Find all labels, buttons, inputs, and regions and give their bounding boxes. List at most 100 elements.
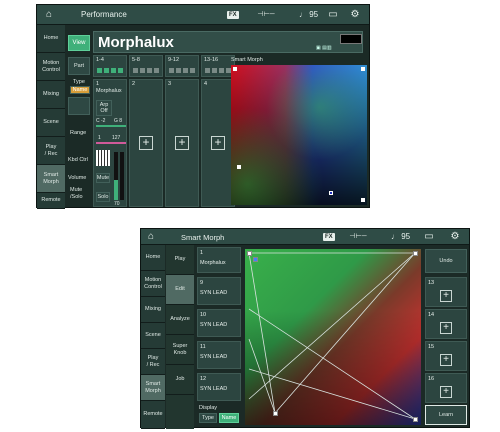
settings-icon[interactable]: ⚙ <box>449 231 461 243</box>
tempo-value: 95 <box>309 10 319 19</box>
part-4-indicator <box>118 68 123 73</box>
nav-smart-morph[interactable]: Smart Morph <box>141 375 165 401</box>
part-4-strip[interactable]: 4 + <box>201 79 235 207</box>
nav-scene[interactable]: Scene <box>37 109 65 137</box>
display-label: Display <box>199 405 218 411</box>
note-low: C -2 <box>96 118 106 124</box>
nav-mixing[interactable]: Mixing <box>141 297 165 323</box>
settings-icon[interactable]: ⚙ <box>349 9 361 21</box>
part-3-strip[interactable]: 3 + <box>165 79 199 207</box>
morph-point[interactable] <box>413 251 418 256</box>
part-slot-1[interactable]: 1 Morphalux <box>197 247 241 273</box>
smart-morph-map[interactable] <box>231 65 367 205</box>
fx-badge: FX <box>227 11 239 19</box>
add-part-icon[interactable]: + <box>440 354 452 366</box>
morph-cursor[interactable] <box>253 257 258 262</box>
nav-scene-label: Scene <box>43 119 59 125</box>
learn-button[interactable]: Learn <box>425 405 467 425</box>
add-part-icon[interactable]: + <box>139 136 153 150</box>
nav-scene[interactable]: Scene <box>141 323 165 349</box>
part-slot-9[interactable]: 9 SYN LEAD <box>197 277 241 305</box>
panel-icon[interactable]: ▭ <box>327 9 339 21</box>
panel-icon[interactable]: ▭ <box>423 231 435 243</box>
home-icon[interactable]: ⌂ <box>43 9 55 21</box>
part-slot-10-number: 10 <box>200 312 207 318</box>
nav-play-rec[interactable]: Play / Rec <box>141 349 165 375</box>
nav-play-rec[interactable]: Play / Rec <box>37 137 65 165</box>
keyboard-icon[interactable] <box>96 150 110 166</box>
morph-point[interactable] <box>233 67 237 71</box>
group-5-8[interactable]: 5-8 <box>129 55 163 77</box>
part-slot-9-number: 9 <box>200 280 204 286</box>
nav-remote[interactable]: Remote <box>37 193 65 209</box>
home-icon[interactable]: ⌂ <box>145 231 157 243</box>
signal-icon: ⊣⊢─ <box>257 11 275 18</box>
note-range-bar[interactable] <box>96 125 126 127</box>
subnav-super-knob[interactable]: Super Knob <box>166 335 194 365</box>
morph-point[interactable] <box>361 67 365 71</box>
nav-motion-control[interactable]: Motion Control <box>141 271 165 297</box>
name-button[interactable]: Name <box>219 413 239 423</box>
volume-value: 70 <box>114 201 120 207</box>
arp-button[interactable]: Arp Off <box>96 100 112 116</box>
part-slot-11[interactable]: 11 SYN LEAD <box>197 341 241 369</box>
part-slot-14[interactable]: 14 + <box>425 309 467 339</box>
morph-point[interactable] <box>247 251 252 256</box>
subnav-job[interactable]: Job <box>166 365 194 395</box>
add-part-icon[interactable]: + <box>440 386 452 398</box>
tempo-display[interactable]: ♩ 95 <box>299 10 318 19</box>
subnav-edit[interactable]: Edit <box>166 275 194 305</box>
meter-display <box>340 34 362 44</box>
nav-mixing[interactable]: Mixing <box>37 81 65 109</box>
morph-point[interactable] <box>237 165 241 169</box>
part-slot-12-number: 12 <box>200 376 207 382</box>
name-button[interactable]: Name <box>70 86 90 94</box>
add-part-icon[interactable]: + <box>440 322 452 334</box>
part-1-strip[interactable]: 1 Morphalux Arp Off C -2 G 8 1 127 Mute … <box>93 79 127 207</box>
smart-morph-map[interactable] <box>245 249 421 425</box>
group-1-4[interactable]: 1-4 <box>93 55 127 77</box>
nav-smart-morph-label: Smart Morph <box>43 171 59 185</box>
group-9-12-label: 9-12 <box>168 57 180 63</box>
add-part-icon[interactable]: + <box>175 136 189 150</box>
type-button[interactable]: Type <box>199 413 217 423</box>
view-button[interactable]: View <box>68 35 90 51</box>
morph-point[interactable] <box>273 411 278 416</box>
nav-motion-control[interactable]: Motion Control <box>37 53 65 81</box>
tempo-display[interactable]: ♩ 95 <box>391 232 410 241</box>
nav-home[interactable]: Home <box>141 245 165 271</box>
part-slot-11-name: SYN LEAD <box>200 354 228 360</box>
nav-smart-morph[interactable]: Smart Morph <box>37 165 65 193</box>
part-slot-15[interactable]: 15 + <box>425 341 467 371</box>
part-slot-13[interactable]: 13 + <box>425 277 467 307</box>
undo-button[interactable]: Undo <box>425 249 467 273</box>
part-slot-12[interactable]: 12 SYN LEAD <box>197 373 241 401</box>
nav-remote-label: Remote <box>143 411 163 417</box>
add-part-icon[interactable]: + <box>440 290 452 302</box>
part-2-strip[interactable]: 2 + <box>129 79 163 207</box>
part-13-indicator <box>205 68 210 73</box>
group-13-16[interactable]: 13-16 <box>201 55 235 77</box>
part-3-number: 3 <box>168 81 172 87</box>
morph-point[interactable] <box>361 198 365 202</box>
group-9-12[interactable]: 9-12 <box>165 55 199 77</box>
solo-button[interactable]: Solo <box>96 192 110 202</box>
nav-home[interactable]: Home <box>37 25 65 53</box>
subnav-edit-label: Edit <box>175 286 185 292</box>
part-slot-10[interactable]: 10 SYN LEAD <box>197 309 241 337</box>
velocity-range-bar[interactable] <box>96 142 126 144</box>
subnav-play[interactable]: Play <box>166 245 194 275</box>
part-2-number: 2 <box>132 81 136 87</box>
add-part-icon[interactable]: + <box>211 136 225 150</box>
morph-point[interactable] <box>413 417 418 422</box>
subnav-analyze[interactable]: Analyze <box>166 305 194 335</box>
type-label: Type <box>73 79 85 85</box>
part-slot-1-number: 1 <box>200 250 204 256</box>
morph-cursor[interactable] <box>329 191 333 195</box>
nav-remote[interactable]: Remote <box>141 401 165 429</box>
volume-meter-right <box>120 152 124 200</box>
performance-name-field[interactable]: Morphalux ▣ ▤▥ <box>93 31 363 53</box>
part-slot-16[interactable]: 16 + <box>425 373 467 403</box>
range-label: Range <box>70 130 87 136</box>
mute-button[interactable]: Mute <box>96 173 110 183</box>
